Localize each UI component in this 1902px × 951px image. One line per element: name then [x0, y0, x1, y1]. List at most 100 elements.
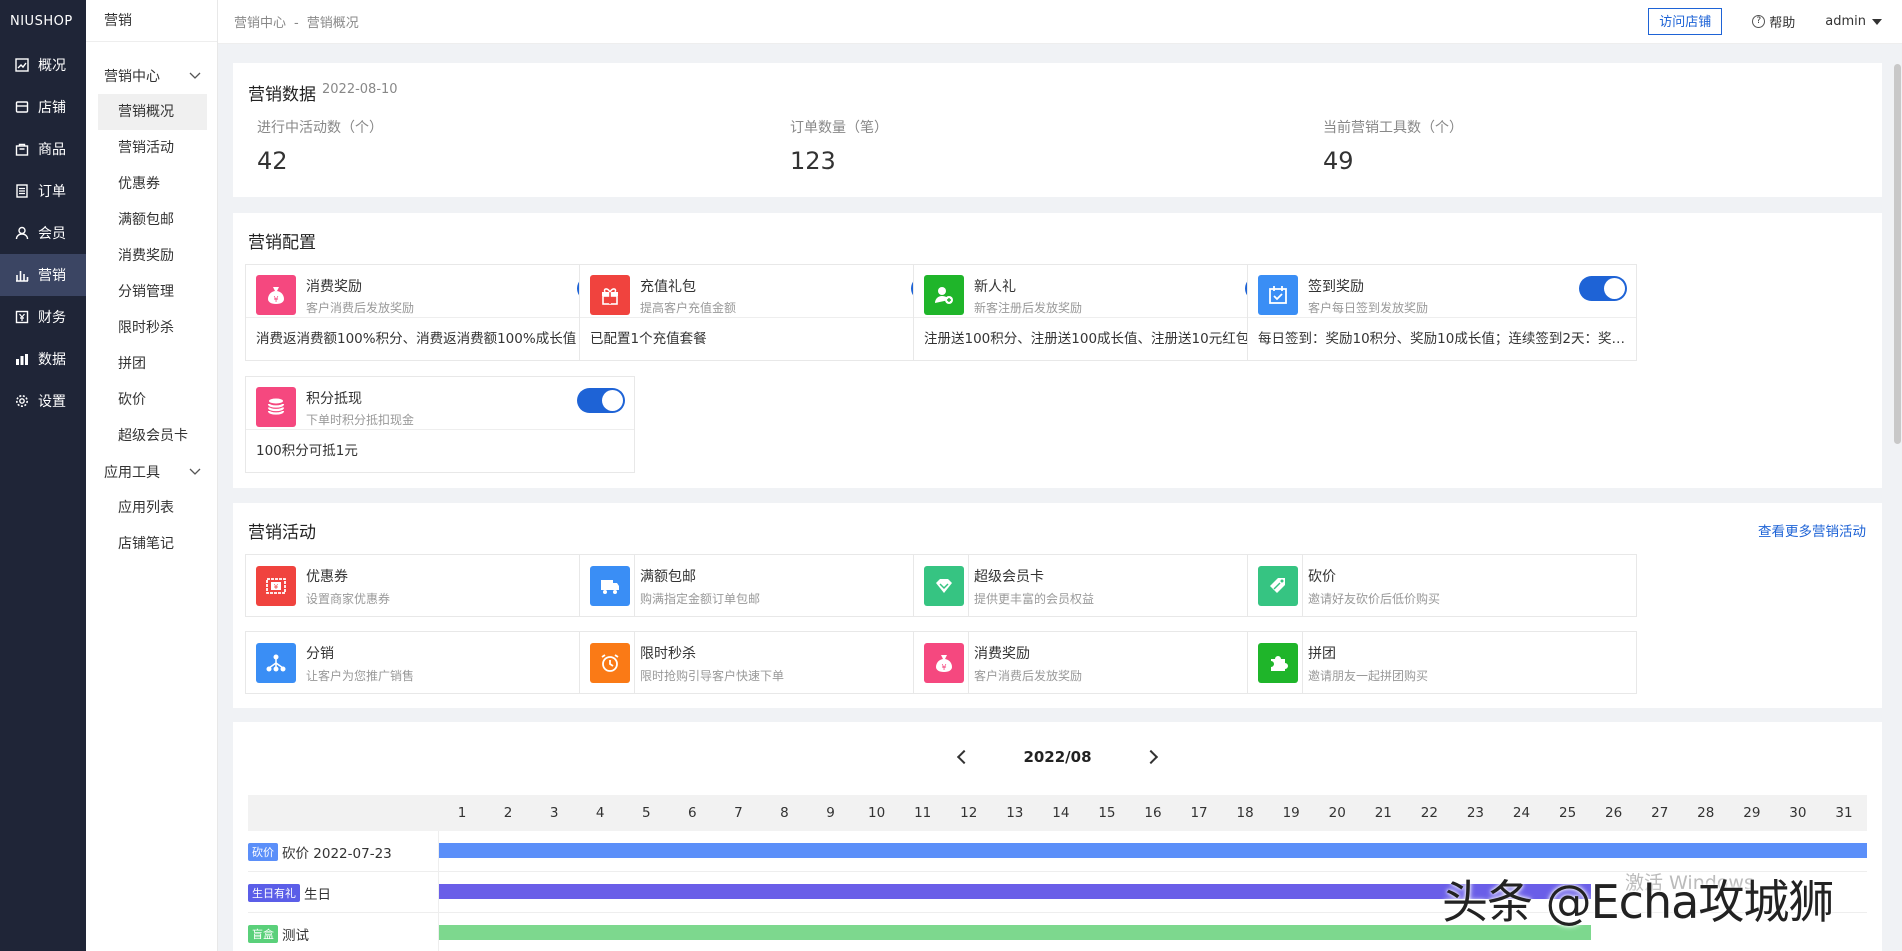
- stat-value: 49: [1323, 147, 1354, 175]
- gear-icon: [14, 393, 30, 409]
- stat-tool-count: 当前营销工具数（个） 49: [1323, 117, 1463, 175]
- activity-card-item[interactable]: ¥ 优惠券 设置商家优惠券: [245, 554, 635, 617]
- caret-down-icon: [1872, 18, 1882, 25]
- view-more-activities-link[interactable]: 查看更多营销活动: [1758, 520, 1866, 540]
- calendar-day: 22: [1420, 805, 1438, 821]
- activity-card-item[interactable]: 砍价 邀请好友砍价后低价购买: [1247, 554, 1637, 617]
- activity-name: 拼团: [1308, 646, 1336, 662]
- subnav-item[interactable]: 拼团: [98, 346, 207, 382]
- calendar-day: 17: [1190, 805, 1208, 821]
- subnav-item[interactable]: 店铺笔记: [98, 526, 207, 562]
- tag-cut-icon: [1258, 566, 1298, 606]
- help-link[interactable]: ? 帮助: [1752, 12, 1795, 31]
- nav-item-label: 数据: [38, 352, 66, 368]
- subnav-item[interactable]: 分销管理: [98, 274, 207, 310]
- config-card-item: ¥ 消费奖励 客户消费后发放奖励 消费返消费额100%积分、消费返消费额100%成长值: [245, 264, 635, 361]
- stat-label: 订单数量（笔）: [790, 120, 888, 136]
- scrollbar-thumb[interactable]: [1894, 64, 1901, 444]
- activity-card-item[interactable]: 满额包邮 购满指定金额订单包邮: [579, 554, 969, 617]
- calendar-day: 3: [549, 805, 559, 821]
- activity-card-item[interactable]: 限时秒杀 限时抢购引导客户快速下单: [579, 631, 969, 694]
- gift-icon: [590, 275, 630, 315]
- config-description: 消费返消费额100%积分、消费返消费额100%成长值: [256, 331, 577, 347]
- page-scrollbar[interactable]: [1892, 44, 1902, 951]
- activity-card-item[interactable]: ¥ 消费奖励 客户消费后发放奖励: [913, 631, 1303, 694]
- new-user-icon: [924, 275, 964, 315]
- subnav-item[interactable]: 优惠券: [98, 166, 207, 202]
- calendar-day: 10: [868, 805, 886, 821]
- calendar-day: 11: [914, 805, 932, 821]
- calendar-day: 15: [1098, 805, 1116, 821]
- store-icon: [14, 99, 30, 115]
- calendar-day: 25: [1558, 805, 1577, 821]
- activity-timeline-bar[interactable]: [439, 884, 1591, 899]
- nav-item-4[interactable]: 会员: [0, 212, 86, 254]
- breadcrumb-item[interactable]: 营销中心: [234, 16, 286, 31]
- coins-icon: [256, 387, 296, 427]
- activity-card-item[interactable]: 分销 让客户为您推广销售: [245, 631, 635, 694]
- subnav-item[interactable]: 应用列表: [98, 490, 207, 526]
- activity-timeline-bar[interactable]: [439, 925, 1591, 940]
- subnav-item[interactable]: 消费奖励: [98, 238, 207, 274]
- calendar-day: 9: [826, 805, 835, 821]
- subnav-group-marketing-center[interactable]: 营销中心: [86, 58, 217, 94]
- calendar-day: 28: [1697, 805, 1715, 821]
- nav-item-1[interactable]: 店铺: [0, 86, 86, 128]
- breadcrumb: 营销中心 - 营销概况: [234, 12, 359, 31]
- calendar-day: 24: [1512, 805, 1531, 821]
- calendar-day: 31: [1835, 805, 1853, 821]
- calendar-check-icon: [1258, 275, 1298, 315]
- chevron-left-icon[interactable]: [957, 749, 972, 765]
- watermark-text: 头条 @Echa攻城狮: [1442, 875, 1834, 929]
- stat-label: 当前营销工具数（个）: [1323, 120, 1463, 136]
- subnav-group-app-tools[interactable]: 应用工具: [86, 454, 217, 490]
- subnav-item[interactable]: 营销概况: [98, 94, 207, 130]
- marketing-config-card: 营销配置 ¥ 消费奖励 客户消费后发放奖励 消费返消费额100%积分、消费返消费额10…: [233, 213, 1882, 488]
- nav-item-0[interactable]: 概况: [0, 44, 86, 86]
- visit-store-button[interactable]: 访问店铺: [1648, 8, 1723, 35]
- section-title: 营销配置: [248, 233, 316, 253]
- activity-subtitle: 设置商家优惠券: [306, 592, 391, 606]
- activity-timeline-bar[interactable]: [439, 843, 1867, 858]
- config-card-item: 充值礼包 提高客户充值金额 已配置1个充值套餐: [579, 264, 969, 361]
- activity-card-item[interactable]: 超级会员卡 提供更丰富的会员权益: [913, 554, 1303, 617]
- nav-item-5[interactable]: 营销: [0, 254, 86, 296]
- calendar-day: 5: [641, 805, 651, 821]
- truck-icon: [590, 566, 630, 606]
- user-menu[interactable]: admin: [1825, 14, 1882, 29]
- list-icon: [14, 183, 30, 199]
- money-bag-icon: ¥: [924, 643, 964, 683]
- breadcrumb-current: 营销概况: [306, 16, 359, 31]
- calendar-day: 16: [1144, 805, 1162, 821]
- activity-name: 测试: [282, 927, 309, 944]
- subnav-item[interactable]: 营销活动: [98, 130, 207, 166]
- nav-item-8[interactable]: 设置: [0, 380, 86, 422]
- nav-item-6[interactable]: 财务: [0, 296, 86, 338]
- nav-item-label: 商品: [38, 142, 66, 158]
- chevron-right-icon[interactable]: [1143, 749, 1158, 765]
- config-name: 消费奖励: [306, 279, 362, 295]
- activity-card-item[interactable]: 拼团邀请朋友一起拼团购买: [1247, 631, 1637, 694]
- help-label: 帮助: [1769, 16, 1796, 31]
- config-card-item: 签到奖励 客户每日签到发放奖励 每日签到：奖励10积分、奖励10成长值；连续签到2天…: [1247, 264, 1637, 361]
- activity-name: 砍价 2022-07-23: [282, 845, 392, 862]
- subnav-item[interactable]: 满额包邮: [98, 202, 207, 238]
- nav-item-3[interactable]: 订单: [0, 170, 86, 212]
- subnav-item[interactable]: 超级会员卡: [98, 418, 207, 454]
- subnav-group-label: 营销中心: [104, 69, 160, 85]
- enable-toggle[interactable]: [1579, 276, 1627, 301]
- enable-toggle[interactable]: [577, 388, 625, 413]
- activity-subtitle: 邀请朋友一起拼团购买: [1308, 669, 1429, 683]
- secondary-sidebar: 营销 营销中心 营销概况 营销活动 优惠券 满额包邮 消费奖励 分销管理 限时秒杀 拼团 砍价超…: [86, 0, 218, 951]
- nav-item-2[interactable]: 商品: [0, 128, 86, 170]
- subnav-item[interactable]: 限时秒杀: [98, 310, 207, 346]
- subnav-item[interactable]: 砍价: [98, 382, 207, 418]
- config-name: 签到奖励: [1308, 279, 1364, 295]
- activity-name: 砍价: [1308, 569, 1336, 585]
- calendar-row-label: 盲盒 测试: [248, 913, 439, 951]
- calendar-day: 20: [1328, 805, 1346, 821]
- config-subtitle: 客户每日签到发放奖励: [1308, 301, 1429, 315]
- calendar-day: 4: [595, 805, 605, 821]
- activity-type-tag: 盲盒: [248, 924, 278, 943]
- nav-item-7[interactable]: 数据: [0, 338, 86, 380]
